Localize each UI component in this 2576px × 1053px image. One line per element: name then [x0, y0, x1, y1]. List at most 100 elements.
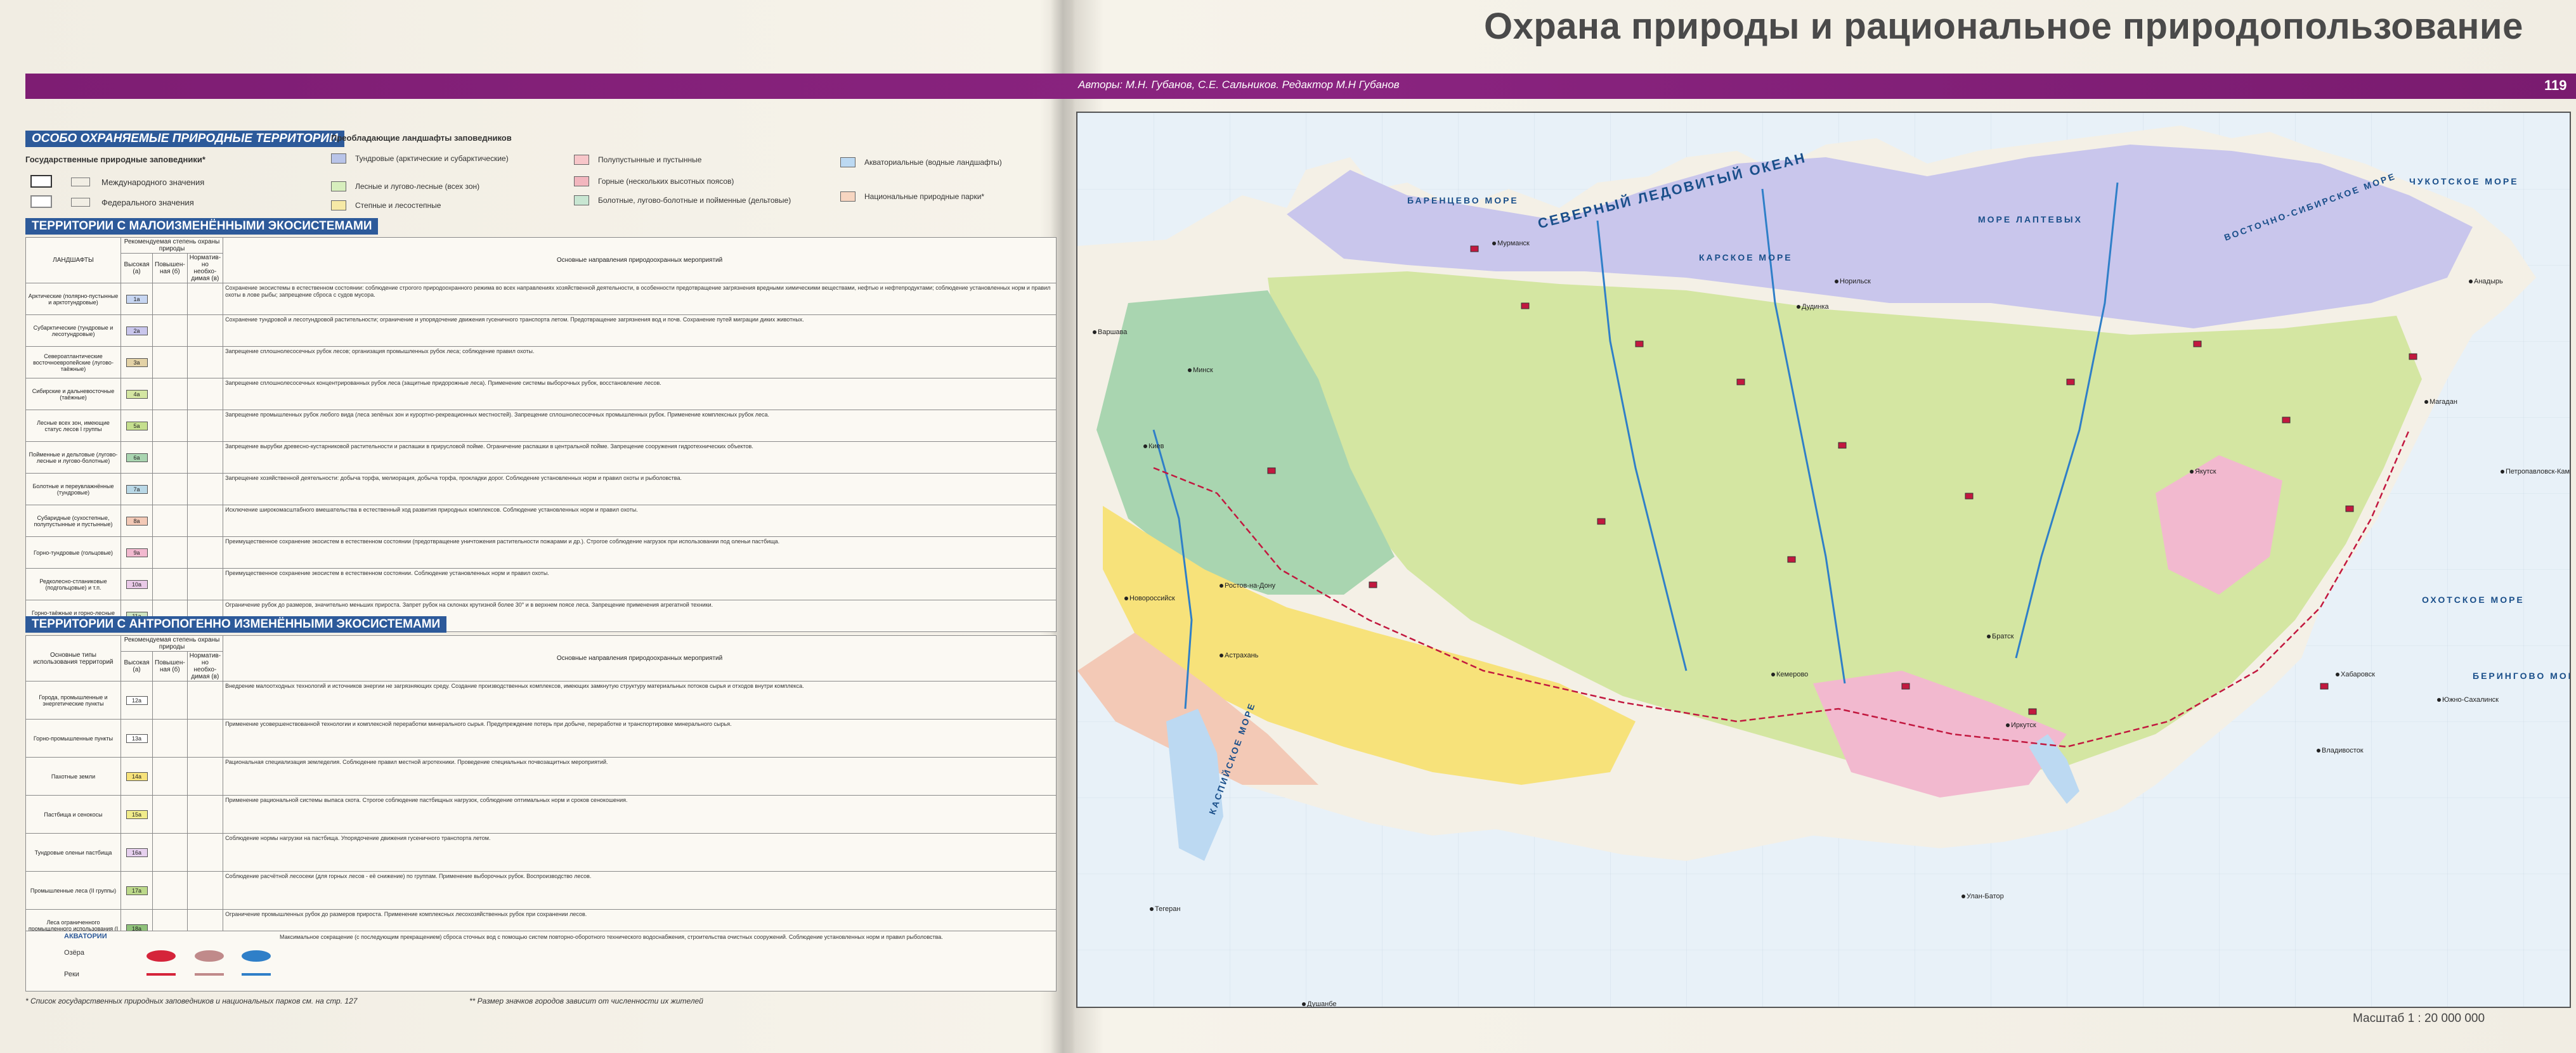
- reserve-marker: [2345, 505, 2354, 512]
- reserve-marker: [2066, 378, 2075, 385]
- row-name: Горно-промышленные пункты: [25, 719, 121, 758]
- degree-cell: [152, 795, 188, 834]
- federal-landscape-swatch: [71, 198, 90, 207]
- measures-cell: Запрещение вырубки древесно-кустарниково…: [223, 441, 1057, 474]
- landscape-label: Болотные, лугово-болотные и пойменные (д…: [598, 196, 791, 205]
- river-elevated-symbol: [195, 973, 224, 976]
- reserve-marker: [2320, 683, 2329, 690]
- measures-text: Внедрение малоотходных технологий и исто…: [225, 682, 804, 689]
- city-dot: [1150, 907, 1154, 911]
- city-dot: [2317, 749, 2320, 753]
- degree-code: 17а: [126, 886, 148, 895]
- t2-col-types: Основные типы использования территорий: [25, 635, 121, 682]
- degree-cell: 8а: [120, 505, 153, 537]
- sea-label: КАРСКОЕ МОРЕ: [1699, 252, 1793, 262]
- measures-text: Соблюдение нормы нагрузки на пастбища. У…: [225, 834, 491, 841]
- row-name: Пойменные и дельтовые (лугово-лесные и л…: [25, 441, 121, 474]
- sea-label: БЕРИНГОВО МОРЕ: [2473, 671, 2570, 681]
- measures-text: Запрещение промышленных рубок любого вид…: [225, 411, 769, 418]
- degree-cell: [152, 871, 188, 910]
- city-label: Астрахань: [1225, 652, 1259, 659]
- city-dot: [2190, 470, 2194, 474]
- degree-cell: [152, 568, 188, 600]
- city-label: Варшава: [1098, 328, 1128, 336]
- page-title: Охрана природы и рациональное природопол…: [1484, 6, 2523, 47]
- row-name: Промышленные леса (II группы): [25, 871, 121, 910]
- degree-cell: 12а: [120, 681, 153, 720]
- table-row: Редколесно-стланиковые (подгольцовые) и …: [25, 568, 1057, 600]
- measures-text: Запрещение сплошнолесосечных рубок лесов…: [225, 347, 535, 354]
- t1-col-degree: Рекомендуемая степень охраны природы: [120, 237, 224, 254]
- row-name: Болотные и переувлажнённые (тундровые): [25, 473, 121, 505]
- degree-cell: [186, 795, 224, 834]
- table-row: Тундровые оленьи пастбища 16а Соблюдение н…: [25, 833, 1057, 872]
- city-label: Якутск: [2195, 468, 2216, 475]
- measures-cell: Исключение широкомасштабного вмешательст…: [223, 505, 1057, 537]
- degree-code: 1а: [126, 294, 148, 304]
- measures-text: Преимущественное сохранение экосистем в …: [225, 569, 549, 576]
- t1-col-landscapes: ЛАНДШАФТЫ: [25, 237, 121, 283]
- degree-cell: [186, 568, 224, 600]
- degree-cell: [186, 681, 224, 720]
- city-label: Петропавловск-Камчатский: [2506, 468, 2570, 475]
- measures-cell: Применение усовершенствованной технологи…: [223, 719, 1057, 758]
- city-dot: [1093, 330, 1096, 334]
- reserve-marker: [1521, 302, 1530, 309]
- degree-cell: [152, 314, 188, 347]
- measures-text: Сохранение экосистемы в естественном сос…: [225, 284, 1051, 298]
- city-dot: [1835, 280, 1838, 283]
- russia-map: СЕВЕРНЫЙ ЛЕДОВИТЫЙ ОКЕАН ВОСТОЧНО-СИБИРСК…: [1076, 112, 2571, 1008]
- map-canvas: [1077, 113, 2570, 1007]
- measures-cell: Запрещение сплошнолесосечных рубок лесов…: [223, 346, 1057, 378]
- table-row: Лесные всех зон, имеющие статус лесов I …: [25, 410, 1057, 442]
- section-low-modified-title: ТЕРРИТОРИИ С МАЛОИЗМЕНЁННЫМИ ЭКОСИСТЕМАМ…: [25, 218, 379, 235]
- degree-cell: 4а: [120, 378, 153, 410]
- table-row: Пастбища и сенокосы 15а Применение рациона…: [25, 795, 1057, 834]
- landscape-label: Полупустынные и пустынные: [598, 155, 702, 164]
- table-row: Североатлантические восточноевропейские …: [25, 346, 1057, 378]
- degree-code: 9а: [126, 548, 148, 557]
- degree-code: 5а: [126, 421, 148, 430]
- degree-cell: [186, 757, 224, 796]
- degree-cell: [186, 833, 224, 872]
- city-label: Минск: [1193, 366, 1213, 374]
- city-dot: [1961, 895, 1965, 898]
- row-name: Североатлантические восточноевропейские …: [25, 346, 121, 378]
- degree-cell: 1а: [120, 283, 153, 315]
- federal-label: Федерального значения: [101, 198, 194, 207]
- aquatory-block: АКВАТОРИИ Озёра Реки Максимальное сокращ…: [25, 931, 1057, 992]
- reserve-marker: [1787, 556, 1796, 563]
- reserve-marker: [1901, 683, 1910, 690]
- reserves-label: Государственные природные заповедники*: [25, 155, 205, 164]
- measures-text: Исключение широкомасштабного вмешательст…: [225, 506, 638, 513]
- degree-cell: [152, 441, 188, 474]
- table-row: Города, промышленные и энергетические пу…: [25, 681, 1057, 720]
- degree-code: 6а: [126, 453, 148, 462]
- city-dot: [2006, 723, 2010, 727]
- t2-col-normative: Норматив-но необхо-димая (в): [186, 651, 224, 682]
- city-dot: [1492, 242, 1496, 245]
- sea-label: ОХОТСКОЕ МОРЕ: [2422, 595, 2525, 605]
- measures-text: Применение рациональной системы выпаса с…: [225, 796, 628, 803]
- degree-cell: [186, 441, 224, 474]
- degree-code: 3а: [126, 358, 148, 367]
- international-label: Международного значения: [101, 178, 205, 187]
- city-label: Дудинка: [1802, 303, 1829, 311]
- city-label: Новороссийск: [1129, 595, 1175, 602]
- table-row: Пахотные земли 14а Рациональная специализа…: [25, 757, 1057, 796]
- degree-cell: [186, 346, 224, 378]
- landscape-label: Тундровые (арктические и субарктические): [355, 154, 509, 163]
- lake-elevated-symbol: [195, 950, 224, 962]
- row-name: Субаридные (сухостепные, полупустынные и…: [25, 505, 121, 537]
- table-row: Промышленные леса (II группы) 17а Соблюден…: [25, 871, 1057, 910]
- reserve-marker: [1736, 378, 1745, 385]
- row-name: Тундровые оленьи пастбища: [25, 833, 121, 872]
- table-row: Арктические (полярно-пустынные и арктоту…: [25, 283, 1057, 315]
- measures-cell: Преимущественное сохранение экосистем в …: [223, 536, 1057, 569]
- river-high-symbol: [146, 973, 176, 976]
- city-dot: [1771, 673, 1775, 676]
- measures-text: Запрещение сплошнолесосечных концентриро…: [225, 379, 661, 386]
- landscape-swatch: [574, 176, 589, 186]
- river-normative-symbol: [242, 973, 271, 976]
- table-row: Болотные и переувлажнённые (тундровые) 7а…: [25, 473, 1057, 505]
